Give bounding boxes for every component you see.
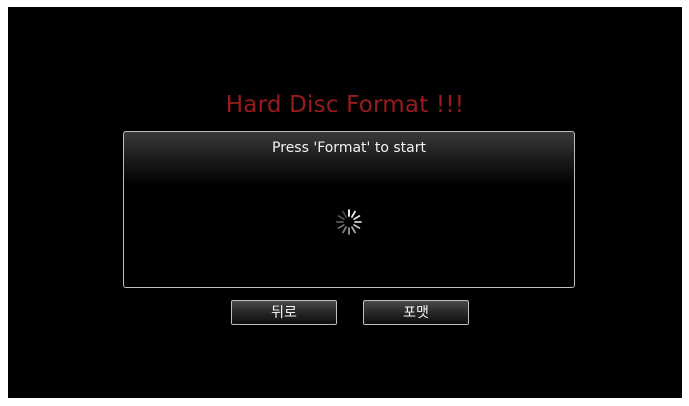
tv-screen: Hard Disc Format !!! Press 'Format' to s…	[8, 7, 682, 398]
dialog-title: Hard Disc Format !!!	[225, 92, 465, 118]
loading-spinner-icon	[336, 209, 362, 235]
format-prompt: Press 'Format' to start	[272, 140, 426, 156]
format-button[interactable]: 포맷	[363, 300, 469, 325]
format-panel: Press 'Format' to start	[123, 131, 575, 288]
back-button[interactable]: 뒤로	[231, 300, 337, 325]
